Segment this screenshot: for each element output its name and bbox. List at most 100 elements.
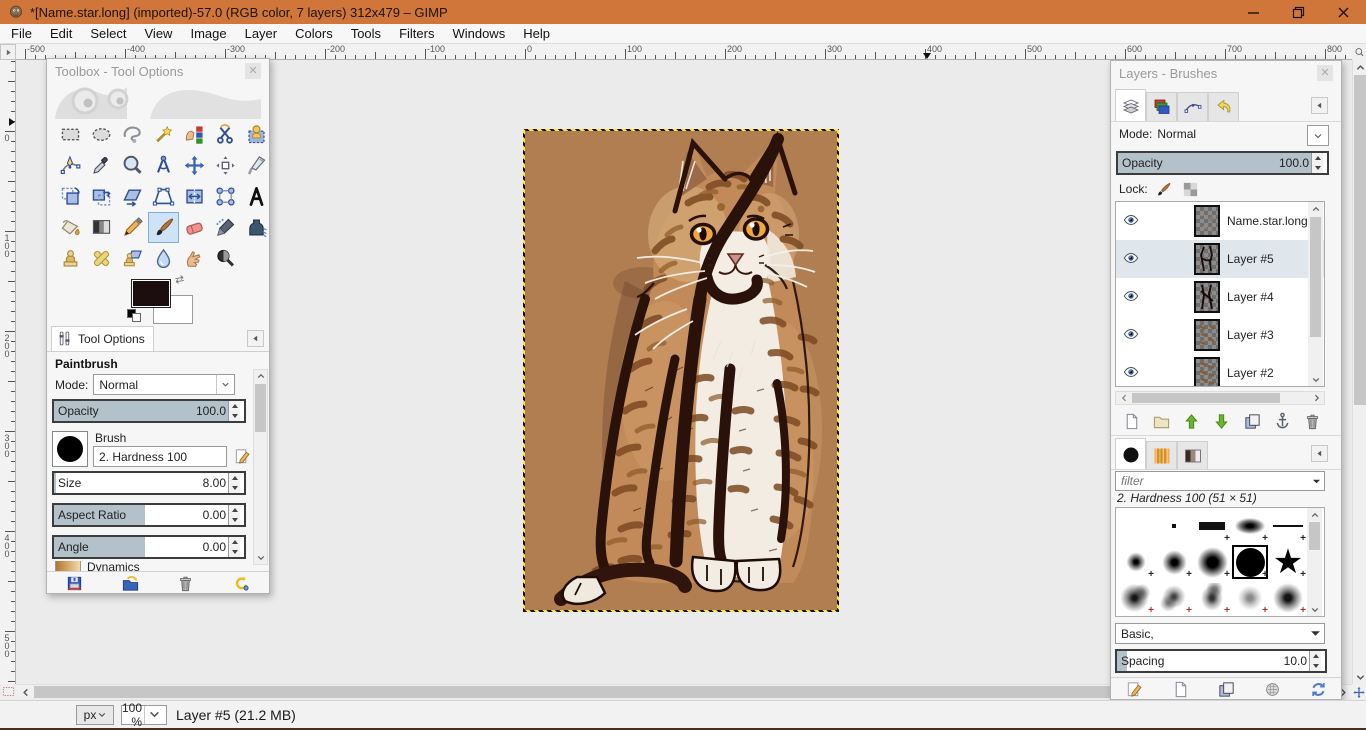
menu-windows[interactable]: Windows (443, 24, 514, 43)
tool-foreground-select[interactable] (241, 119, 272, 150)
scroll-right-icon[interactable] (1310, 392, 1323, 404)
duplicate-button[interactable] (1214, 679, 1238, 699)
size-spinner[interactable] (228, 473, 240, 493)
anchor-button[interactable] (1268, 409, 1297, 433)
save-button[interactable] (63, 573, 87, 593)
dock-close-icon[interactable]: ✕ (1317, 65, 1333, 81)
brush-splat2[interactable]: + (1155, 580, 1193, 616)
layer-thumbnail[interactable] (1194, 319, 1220, 351)
panel-collapse-button[interactable] (247, 330, 264, 347)
scroll-thumb[interactable] (1132, 393, 1280, 403)
layer-opacity-slider[interactable]: Opacity 100.0 (1116, 151, 1329, 175)
tool-perspective-clone[interactable] (117, 243, 148, 274)
layer-name[interactable]: Layer #5 (1227, 252, 1274, 266)
brush-splat5[interactable]: + (1269, 580, 1307, 616)
layer-row[interactable]: Layer #4 (1116, 278, 1324, 316)
layer-row[interactable]: Layer #3 (1116, 316, 1324, 354)
size-slider[interactable]: Size 8.00 (52, 471, 246, 495)
brush-line[interactable]: + (1269, 508, 1307, 544)
layer-thumbnail[interactable] (1194, 205, 1220, 237)
refresh-button[interactable] (1306, 679, 1330, 699)
tool-free-select[interactable] (117, 119, 148, 150)
tool-unified-transform[interactable] (210, 181, 241, 212)
default-colors-icon[interactable] (127, 309, 142, 323)
menu-tools[interactable]: Tools (342, 24, 390, 43)
layer-list-hscrollbar[interactable] (1115, 391, 1325, 405)
layer-list-scrollbar[interactable] (1308, 202, 1323, 386)
quick-mask-toggle-icon[interactable] (1, 685, 15, 698)
tool-perspective[interactable] (148, 181, 179, 212)
raise-button[interactable] (1177, 409, 1206, 433)
panel-collapse-button[interactable] (1311, 97, 1328, 114)
tool-paths[interactable] (55, 150, 86, 181)
lock-alpha-icon[interactable] (1180, 179, 1202, 199)
navigation-pan-icon[interactable] (1352, 684, 1366, 700)
brush-preview-swatch[interactable] (52, 431, 88, 467)
zoom-select[interactable]: 100 % (121, 701, 167, 729)
angle-slider[interactable]: Angle 0.00 (52, 535, 246, 559)
brush-splat1[interactable]: + (1117, 580, 1155, 616)
tool-blur[interactable] (148, 243, 179, 274)
delete-button[interactable] (174, 573, 198, 593)
tab-channels[interactable] (1146, 92, 1177, 121)
brush-soft-m[interactable]: + (1155, 544, 1193, 580)
foreground-color-swatch[interactable] (131, 279, 171, 308)
tool-gradient[interactable] (86, 212, 117, 243)
layer-mode-select[interactable] (1307, 125, 1329, 146)
menu-image[interactable]: Image (181, 24, 235, 43)
layer-row[interactable]: Name.star.long.p (1116, 202, 1324, 240)
vertical-scroll-thumb[interactable] (1354, 75, 1366, 405)
toolbox-close-icon[interactable]: ✕ (245, 63, 261, 79)
tool-shear[interactable] (117, 181, 148, 212)
tool-ink[interactable] (241, 212, 272, 243)
layer-row[interactable]: Layer #5 (1116, 240, 1324, 278)
unit-select[interactable]: px (76, 704, 114, 725)
menu-edit[interactable]: Edit (41, 24, 81, 43)
swap-colors-icon[interactable]: ⇄ (174, 272, 185, 286)
menu-filters[interactable]: Filters (390, 24, 443, 43)
layer-thumbnail[interactable] (1194, 357, 1220, 386)
tool-eraser[interactable] (179, 212, 210, 243)
lock-pixels-icon[interactable] (1153, 179, 1175, 199)
tool-clone[interactable] (55, 243, 86, 274)
tool-move[interactable] (179, 150, 210, 181)
brush-soft-ellipse[interactable]: + (1231, 508, 1269, 544)
aspect-ratio-spinner[interactable] (228, 505, 240, 525)
ruler-corner-menu-button[interactable] (0, 44, 16, 60)
tool-fuzzy-select[interactable] (148, 119, 179, 150)
canvas-vertical-scrollbar[interactable] (1352, 60, 1366, 684)
layer-row[interactable]: Layer #2 (1116, 354, 1324, 386)
minimize-button[interactable] (1231, 0, 1276, 24)
restore-button[interactable] (1276, 0, 1321, 24)
lower-button[interactable] (1207, 409, 1236, 433)
brush-solid[interactable]: + (1231, 544, 1269, 580)
aspect-ratio-slider[interactable]: Aspect Ratio 0.00 (52, 503, 246, 527)
edit-brush-button[interactable] (231, 445, 253, 467)
tool-measure[interactable] (148, 150, 179, 181)
scroll-down-icon[interactable] (1353, 670, 1366, 684)
tool-scissors-select[interactable] (210, 119, 241, 150)
scroll-up-icon[interactable] (254, 370, 267, 382)
menu-select[interactable]: Select (81, 24, 135, 43)
brush-splat4[interactable]: + (1231, 580, 1269, 616)
scroll-thumb[interactable] (1309, 522, 1320, 550)
canvas-image[interactable] (525, 131, 837, 610)
vertical-ruler[interactable]: 0 100 200 300 400 500 (0, 60, 16, 684)
tool-heal[interactable] (86, 243, 117, 274)
tab-brushes-tab[interactable] (1115, 438, 1146, 470)
tool-zoom[interactable] (117, 150, 148, 181)
menu-layer[interactable]: Layer (236, 24, 287, 43)
panel-collapse-button[interactable] (1311, 445, 1328, 462)
filter-dropdown-icon[interactable] (1308, 477, 1324, 486)
brush-bar[interactable]: + (1193, 508, 1231, 544)
dock-title-bar[interactable]: Layers - Brushes ✕ (1111, 61, 1341, 85)
duplicate-button[interactable] (1238, 409, 1267, 433)
tool-scale[interactable] (86, 181, 117, 212)
angle-spinner[interactable] (228, 537, 240, 557)
tool-color-picker[interactable] (86, 150, 117, 181)
close-button[interactable] (1321, 0, 1366, 24)
new-layer-button[interactable] (1117, 409, 1146, 433)
scroll-down-icon[interactable] (1308, 373, 1323, 386)
visibility-eye-icon[interactable] (1122, 249, 1142, 269)
tab-undo-history[interactable] (1208, 92, 1239, 121)
